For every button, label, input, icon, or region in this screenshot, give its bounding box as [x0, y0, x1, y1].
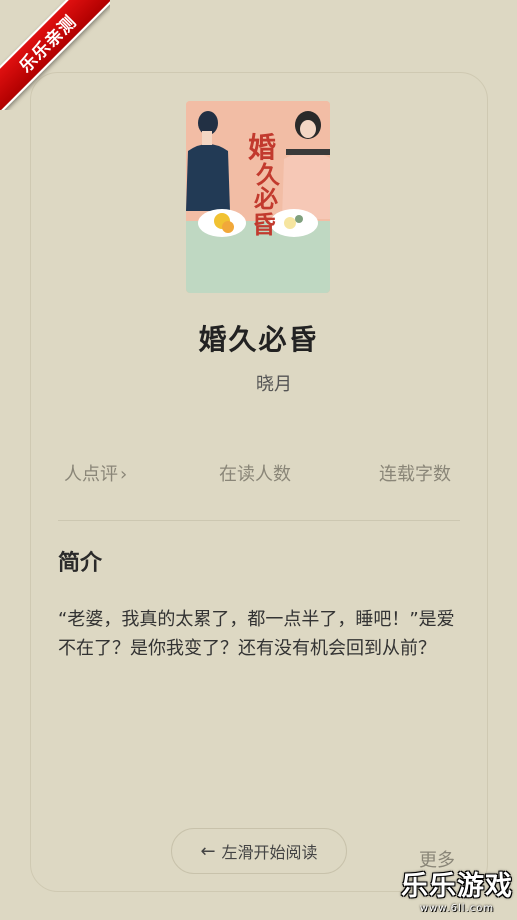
stat-reviews-label: 人点评	[64, 464, 118, 485]
start-reading-button[interactable]: ← 左滑开始阅读	[171, 828, 347, 874]
stats-row: 人点评 › 在读人数 连载字数	[0, 460, 517, 486]
stat-reviews[interactable]: 人点评 ›	[64, 460, 127, 486]
watermark-url: www.6ll.com	[419, 903, 495, 914]
svg-text:必: 必	[254, 184, 278, 213]
brand-watermark: 乐乐游戏 www.6ll.com	[401, 864, 513, 914]
book-author[interactable]: 晓月	[256, 370, 292, 396]
intro-text: “老婆，我真的太累了，都一点半了，睡吧！”是爱不在了？是你我变了？还有没有机会回…	[58, 609, 455, 659]
watermark-main: 乐乐游戏	[401, 871, 513, 902]
svg-text:昏: 昏	[252, 210, 276, 239]
book-title: 婚久必昏	[198, 323, 319, 356]
arrow-left-icon: ←	[200, 840, 216, 862]
book-cover[interactable]: 婚 久 必 昏	[186, 101, 330, 293]
section-divider	[58, 520, 460, 521]
chevron-right-icon: ›	[120, 464, 128, 485]
intro-heading: 简介	[58, 551, 103, 576]
stat-word-count: 连载字数	[379, 464, 451, 485]
start-reading-label: 左滑开始阅读	[221, 843, 318, 862]
stat-readers: 在读人数	[219, 464, 291, 485]
ribbon-label: 乐乐亲测	[0, 0, 110, 110]
corner-ribbon: 乐乐亲测	[0, 0, 110, 110]
reader-screen: 乐乐亲测 婚 久 必 昏 婚久必昏 晓月 人点评 › 在读人数 连载字数 简介 …	[0, 0, 517, 920]
